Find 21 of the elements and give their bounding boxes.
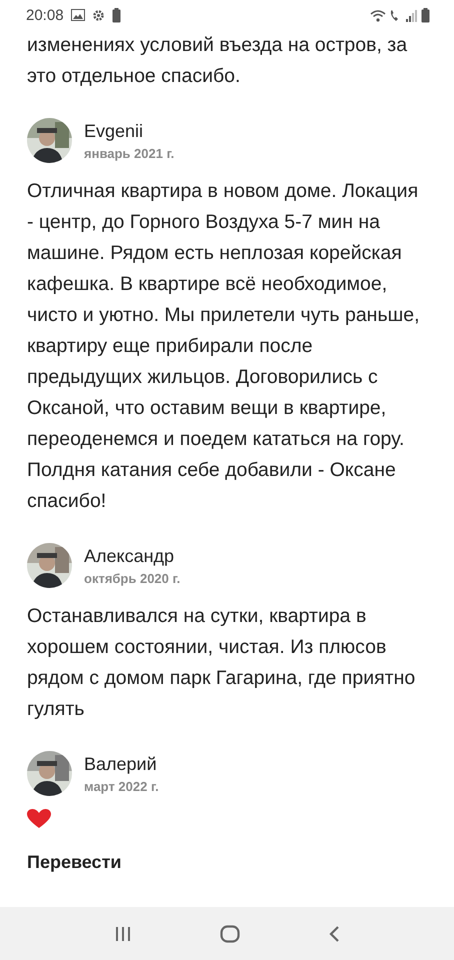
review-text: Останавливался на сутки, квартира в хорошем состоянии, чистая. Из плюсов рядом с домом парк Гагарина, где приятно гулять (27, 604, 416, 722)
translate-link[interactable]: Перевести (27, 852, 122, 873)
back-icon[interactable] (328, 924, 340, 942)
review-text: изменениях условий въезда на остров, за это отдельное спасибо. (27, 33, 408, 89)
review-date: март 2022 г. (84, 778, 159, 794)
settings-icon (92, 8, 105, 22)
author-name: Evgenii (84, 120, 144, 142)
clock-time: 20:08 (26, 6, 64, 24)
review-date: октябрь 2020 г. (84, 570, 180, 586)
signal-icon (406, 8, 418, 22)
review-date: январь 2021 г. (84, 146, 174, 160)
heart-icon (27, 809, 51, 829)
review-text: Отличная квартира в новом доме. Локация - центр, до Горного Воздуха 5-7 мин на машине. Рядом есть неплозая корейская кафешка. В квартире всё необходимое, чисто и уютно. Мы прилетели чуть раньше, квартиру еще прибирали после предыдущих жильцов. Договорились с Оксаной, что оставим вещи в квартире, переоденемся и поедем кататься на гору. Полдня катания себе добавили - Оксане спасибо! (27, 179, 421, 514)
wifi-icon (370, 8, 386, 22)
author-name: Валерий (84, 754, 158, 774)
battery-icon (112, 8, 121, 22)
author-name: Александр (84, 546, 176, 566)
battery-icon (421, 8, 430, 22)
home-icon[interactable] (220, 924, 240, 942)
recent-apps-icon[interactable] (114, 924, 132, 942)
image-icon (70, 9, 85, 21)
